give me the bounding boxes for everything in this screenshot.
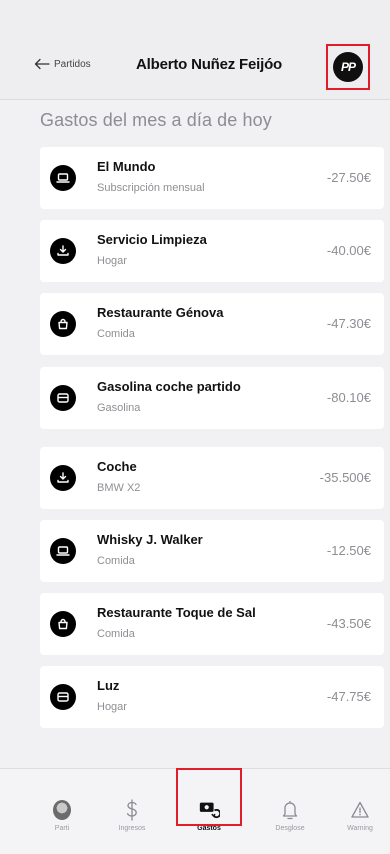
tab-desglose[interactable]: Desglose [254, 769, 326, 854]
expense-category: Comida [97, 555, 135, 567]
tab-partidos[interactable]: Parti [26, 769, 98, 854]
shopping-bag-icon [50, 311, 76, 337]
expense-card[interactable]: Whisky J. Walker Comida -12.50€ [40, 520, 384, 582]
expense-category: Subscripción mensual [97, 182, 205, 194]
back-button[interactable]: Partidos [34, 58, 91, 70]
back-label: Partidos [54, 58, 91, 70]
tab-label: Warning [347, 825, 373, 832]
expense-amount: -47.75€ [326, 689, 371, 704]
party-logo-button[interactable]: PP [326, 44, 370, 90]
expense-card[interactable]: El Mundo Subscripción mensual -27.50€ [40, 147, 384, 209]
expense-name: El Mundo [97, 159, 156, 174]
expense-name: Servicio Limpieza [97, 232, 207, 247]
expense-name: Gasolina coche partido [97, 379, 241, 394]
expense-card[interactable]: Coche BMW X2 -35.500€ [40, 447, 384, 509]
top-header: Partidos Alberto Nuñez Feijóo PP [0, 0, 390, 100]
expense-card[interactable]: Restaurante Toque de Sal Comida -43.50€ [40, 593, 384, 655]
expense-name: Restaurante Génova [97, 305, 224, 320]
expense-category: Hogar [97, 255, 127, 267]
tab-ingresos[interactable]: Ingresos [96, 769, 168, 854]
tab-warning[interactable]: Warning [324, 769, 390, 854]
expense-card[interactable]: Servicio Limpieza Hogar -40.00€ [40, 220, 384, 282]
expense-name: Whisky J. Walker [97, 532, 203, 547]
party-logo: PP [333, 52, 363, 82]
expense-category: Hogar [97, 701, 127, 713]
active-tab-highlight [176, 768, 242, 826]
avatar-icon [51, 799, 73, 821]
expense-card[interactable]: Luz Hogar -47.75€ [40, 666, 384, 728]
expense-amount: -35.500€ [319, 470, 371, 485]
laptop-icon [50, 538, 76, 564]
dollar-icon [121, 799, 143, 821]
expense-category: Comida [97, 328, 135, 340]
expense-amount: -12.50€ [326, 543, 371, 558]
shopping-bag-icon [50, 611, 76, 637]
expense-category: Comida [97, 628, 135, 640]
tab-label: Ingresos [118, 825, 146, 832]
expense-amount: -27.50€ [326, 170, 371, 185]
bell-icon [279, 799, 301, 821]
expense-name: Restaurante Toque de Sal [97, 605, 256, 620]
section-title: Gastos del mes a día de hoy [40, 110, 272, 130]
expense-category: BMW X2 [97, 482, 141, 494]
warning-icon [349, 799, 371, 821]
download-icon [50, 238, 76, 264]
expense-amount: -40.00€ [326, 243, 371, 258]
expense-amount: -47.30€ [326, 316, 371, 331]
expense-name: Luz [97, 678, 120, 693]
expense-card[interactable]: Gasolina coche partido Gasolina -80.10€ [40, 367, 384, 429]
expense-card[interactable]: Restaurante Génova Comida -47.30€ [40, 293, 384, 355]
credit-card-icon [50, 385, 76, 411]
tab-label: Gastos [197, 825, 221, 832]
tab-label: Desglose [275, 825, 305, 832]
arrow-left-icon [34, 58, 50, 70]
expense-category: Gasolina [97, 402, 141, 414]
expense-name: Coche [97, 459, 137, 474]
download-icon [50, 465, 76, 491]
page-title: Alberto Nuñez Feijóo [136, 56, 283, 73]
credit-card-icon [50, 684, 76, 710]
laptop-icon [50, 165, 76, 191]
expense-amount: -43.50€ [326, 616, 371, 631]
tab-label: Parti [54, 825, 70, 832]
expense-amount: -80.10€ [326, 390, 371, 405]
